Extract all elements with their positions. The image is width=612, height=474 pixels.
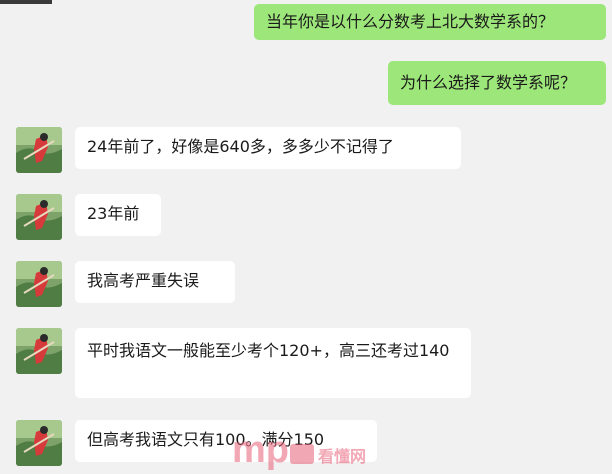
avatar[interactable] <box>16 420 62 466</box>
avatar-photo-icon <box>16 261 62 307</box>
chat-window: 当年你是以什么分数考上北大数学系的？ 为什么选择了数学系呢？ 24年前了，好像是… <box>0 0 612 472</box>
watermark-logo-icon: mp 看懂网 <box>232 429 366 471</box>
avatar-photo-icon <box>16 420 62 466</box>
message-row-incoming: 24年前了，好像是640多，多多少不记得了 <box>16 127 461 173</box>
avatar[interactable] <box>16 194 62 240</box>
message-bubble[interactable]: 平时我语文一般能至少考个120+，高三还考过140 <box>75 328 471 398</box>
watermark-logo-text: mp <box>232 429 289 470</box>
watermark-cn-text: 看懂网 <box>317 447 366 466</box>
message-bubble[interactable]: 我高考严重失误 <box>75 261 235 303</box>
message-bubble[interactable]: 当年你是以什么分数考上北大数学系的？ <box>254 4 606 40</box>
watermark-logo: mp 看懂网 <box>232 426 372 471</box>
avatar-photo-icon <box>16 328 62 374</box>
message-row-incoming: 23年前 <box>16 194 161 240</box>
top-edge-fragment <box>0 0 52 4</box>
message-row-outgoing: 当年你是以什么分数考上北大数学系的？ <box>254 4 606 40</box>
message-bubble[interactable]: 24年前了，好像是640多，多多少不记得了 <box>75 127 461 169</box>
avatar[interactable] <box>16 127 62 173</box>
avatar[interactable] <box>16 328 62 374</box>
message-row-outgoing: 为什么选择了数学系呢？ <box>388 61 606 105</box>
avatar[interactable] <box>16 261 62 307</box>
message-row-incoming: 平时我语文一般能至少考个120+，高三还考过140 <box>16 328 471 398</box>
avatar-photo-icon <box>16 194 62 240</box>
message-bubble[interactable]: 23年前 <box>75 194 161 236</box>
avatar-photo-icon <box>16 127 62 173</box>
message-bubble[interactable]: 为什么选择了数学系呢？ <box>388 61 606 105</box>
message-row-incoming: 我高考严重失误 <box>16 261 235 307</box>
